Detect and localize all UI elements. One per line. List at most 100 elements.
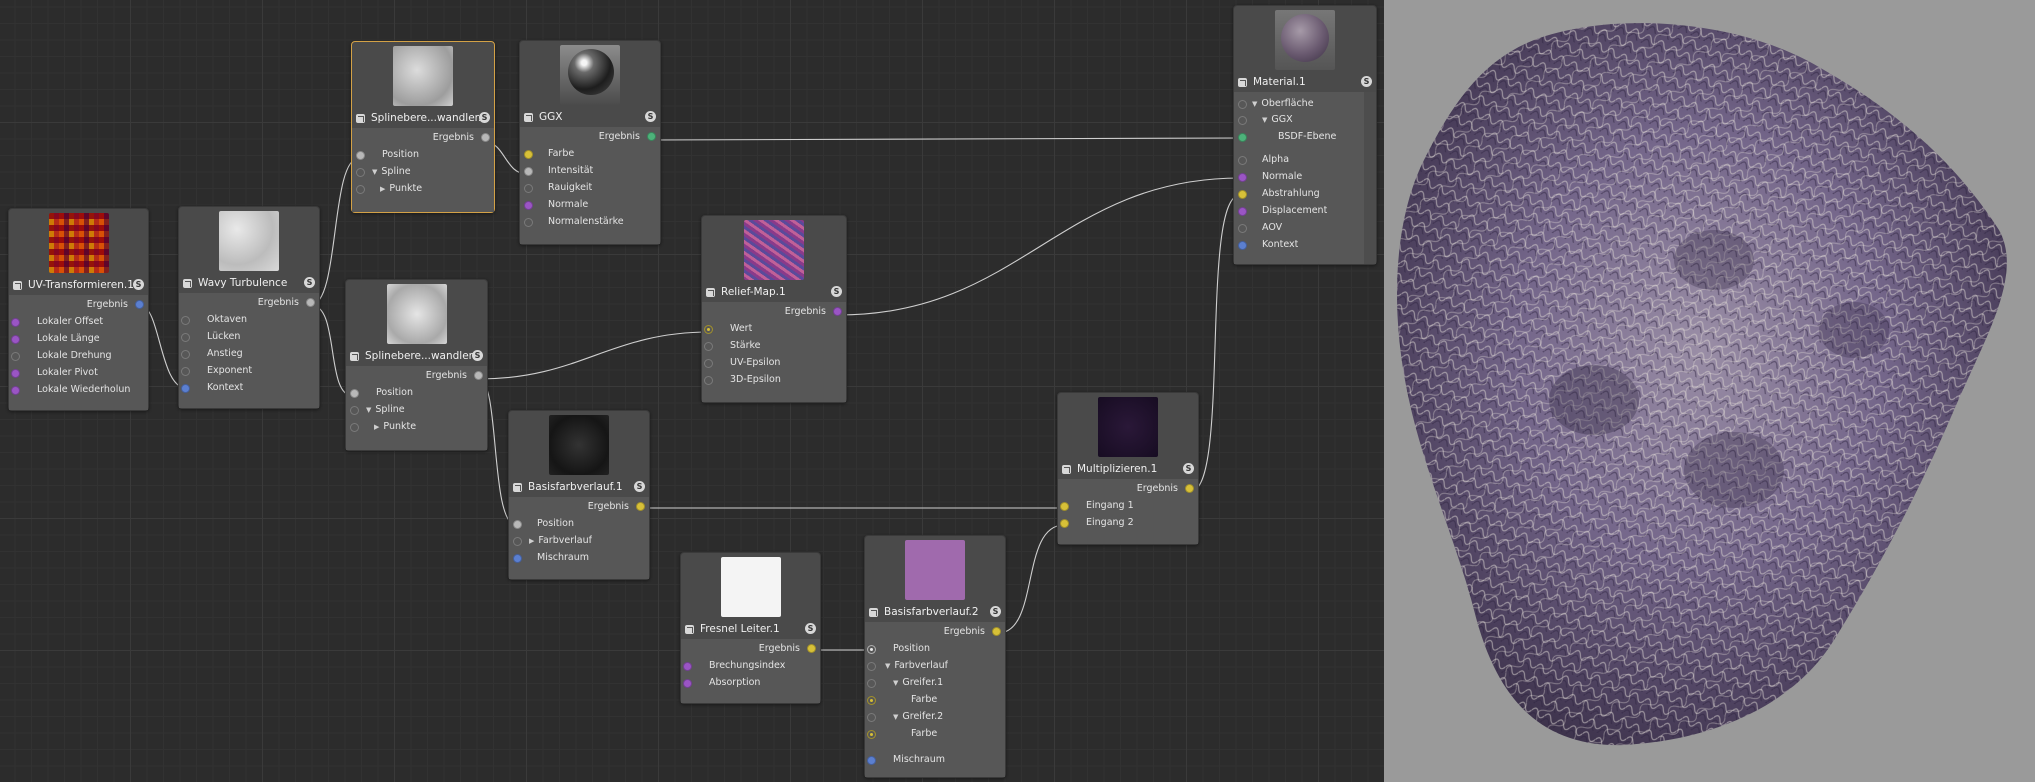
input-port[interactable] bbox=[524, 167, 533, 176]
input-port[interactable] bbox=[181, 316, 190, 325]
expand-triangle-icon[interactable]: ▼ bbox=[372, 168, 377, 176]
node-relief-map[interactable]: Relief-Map.1 S Ergebnis Wert Stärke UV-Ep… bbox=[701, 215, 847, 403]
output-port[interactable] bbox=[481, 133, 490, 142]
input-port[interactable] bbox=[1238, 156, 1247, 165]
input-port[interactable] bbox=[181, 367, 190, 376]
s-badge-icon[interactable]: S bbox=[805, 623, 816, 634]
output-port[interactable] bbox=[992, 627, 1001, 636]
input-port[interactable] bbox=[524, 201, 533, 210]
input-port[interactable] bbox=[1060, 519, 1069, 528]
input-label: AOV bbox=[1262, 222, 1283, 233]
node-fresnel[interactable]: Fresnel Leiter.1 S Ergebnis Brechungsinde… bbox=[680, 552, 821, 704]
s-badge-icon[interactable]: S bbox=[990, 606, 1001, 617]
expand-triangle-icon[interactable]: ▶ bbox=[380, 185, 385, 193]
input-port[interactable] bbox=[683, 662, 692, 671]
input-port[interactable] bbox=[704, 325, 713, 334]
input-port[interactable] bbox=[867, 679, 876, 688]
input-port[interactable] bbox=[513, 520, 522, 529]
input-port[interactable] bbox=[356, 168, 365, 177]
expand-triangle-icon[interactable]: ▼ bbox=[893, 679, 898, 687]
input-port[interactable] bbox=[513, 537, 522, 546]
node-wavy-turbulence[interactable]: Wavy Turbulence S Ergebnis Oktaven Lücken… bbox=[178, 206, 320, 409]
input-port[interactable] bbox=[524, 218, 533, 227]
input-port[interactable] bbox=[181, 384, 190, 393]
expand-triangle-icon[interactable]: ▼ bbox=[885, 662, 890, 670]
input-port[interactable] bbox=[524, 184, 533, 193]
input-port[interactable] bbox=[867, 713, 876, 722]
node-icon bbox=[13, 280, 22, 290]
input-port[interactable] bbox=[350, 406, 359, 415]
input-port[interactable] bbox=[11, 369, 20, 378]
node-uv-transform[interactable]: UV-Transformieren.1 S Ergebnis Lokaler Of… bbox=[8, 208, 149, 411]
output-port[interactable] bbox=[1185, 484, 1194, 493]
input-port[interactable] bbox=[867, 730, 876, 739]
input-port[interactable] bbox=[524, 150, 533, 159]
expand-triangle-icon[interactable]: ▼ bbox=[366, 406, 371, 414]
s-badge-icon[interactable]: S bbox=[634, 481, 645, 492]
input-port[interactable] bbox=[181, 350, 190, 359]
node-spline-converter-1[interactable]: Splinebere...wandler.1 S Ergebnis Positio… bbox=[345, 279, 488, 451]
input-port[interactable] bbox=[11, 352, 20, 361]
input-port[interactable] bbox=[704, 342, 713, 351]
output-port[interactable] bbox=[306, 298, 315, 307]
output-port[interactable] bbox=[833, 307, 842, 316]
input-port[interactable] bbox=[1238, 100, 1247, 109]
input-port[interactable] bbox=[11, 318, 20, 327]
node-spline-converter-2[interactable]: Splinebere...wandler.2 S Ergebnis Positio… bbox=[351, 41, 495, 213]
input-port[interactable] bbox=[11, 386, 20, 395]
expand-triangle-icon[interactable]: ▶ bbox=[374, 423, 379, 431]
node-editor-canvas[interactable]: UV-Transformieren.1 S Ergebnis Lokaler Of… bbox=[0, 0, 1384, 782]
input-port[interactable] bbox=[1238, 116, 1247, 125]
s-badge-icon[interactable]: S bbox=[133, 279, 144, 290]
input-label: Lokale Drehung bbox=[37, 350, 112, 361]
s-badge-icon[interactable]: S bbox=[479, 112, 490, 123]
input-label: Eingang 1 bbox=[1086, 500, 1134, 511]
expand-triangle-icon[interactable]: ▼ bbox=[1262, 116, 1267, 124]
input-label: Normale bbox=[1262, 171, 1303, 182]
node-icon bbox=[1238, 77, 1247, 87]
node-gradient-1[interactable]: Basisfarbverlauf.1 S Ergebnis Position ▶ F… bbox=[508, 410, 650, 580]
s-badge-icon[interactable]: S bbox=[1183, 463, 1194, 474]
node-material[interactable]: Material.1 S ▼ Oberfläche ▼ GGX BSDF-Ebene … bbox=[1233, 5, 1377, 265]
input-port[interactable] bbox=[350, 423, 359, 432]
s-badge-icon[interactable]: S bbox=[831, 286, 842, 297]
input-port[interactable] bbox=[356, 151, 365, 160]
node-multiply[interactable]: Multiplizieren.1 S Ergebnis Eingang 1 Ein… bbox=[1057, 392, 1199, 545]
output-port[interactable] bbox=[647, 132, 656, 141]
input-port[interactable] bbox=[683, 679, 692, 688]
node-ggx[interactable]: GGX S Ergebnis Farbe Intensität Rauigkeit… bbox=[519, 40, 661, 245]
input-port[interactable] bbox=[1238, 173, 1247, 182]
output-port[interactable] bbox=[474, 371, 483, 380]
input-port[interactable] bbox=[867, 696, 876, 705]
s-badge-icon[interactable]: S bbox=[645, 111, 656, 122]
input-port[interactable] bbox=[356, 185, 365, 194]
node-gradient-2[interactable]: Basisfarbverlauf.2 S Ergebnis Position ▼ F… bbox=[864, 535, 1006, 778]
input-port[interactable] bbox=[181, 333, 190, 342]
expand-triangle-icon[interactable]: ▶ bbox=[529, 537, 534, 545]
s-badge-icon[interactable]: S bbox=[1361, 76, 1372, 87]
input-port[interactable] bbox=[513, 554, 522, 563]
input-port[interactable] bbox=[11, 335, 20, 344]
input-port[interactable] bbox=[867, 662, 876, 671]
input-port[interactable] bbox=[1238, 190, 1247, 199]
input-port[interactable] bbox=[1238, 224, 1247, 233]
output-port[interactable] bbox=[135, 300, 144, 309]
input-port[interactable] bbox=[1238, 241, 1247, 250]
input-port[interactable] bbox=[1238, 207, 1247, 216]
input-port[interactable] bbox=[867, 645, 876, 654]
output-port[interactable] bbox=[636, 502, 645, 511]
input-port[interactable] bbox=[350, 389, 359, 398]
input-label: Oktaven bbox=[207, 314, 248, 325]
input-port[interactable] bbox=[704, 376, 713, 385]
input-port[interactable] bbox=[1238, 133, 1247, 142]
node-icon bbox=[356, 113, 365, 123]
expand-triangle-icon[interactable]: ▼ bbox=[1252, 100, 1257, 108]
output-port[interactable] bbox=[807, 644, 816, 653]
node-icon bbox=[706, 287, 715, 297]
input-port[interactable] bbox=[704, 359, 713, 368]
input-port[interactable] bbox=[1060, 502, 1069, 511]
s-badge-icon[interactable]: S bbox=[304, 277, 315, 288]
input-port[interactable] bbox=[867, 756, 876, 765]
expand-triangle-icon[interactable]: ▼ bbox=[893, 713, 898, 721]
s-badge-icon[interactable]: S bbox=[472, 350, 483, 361]
